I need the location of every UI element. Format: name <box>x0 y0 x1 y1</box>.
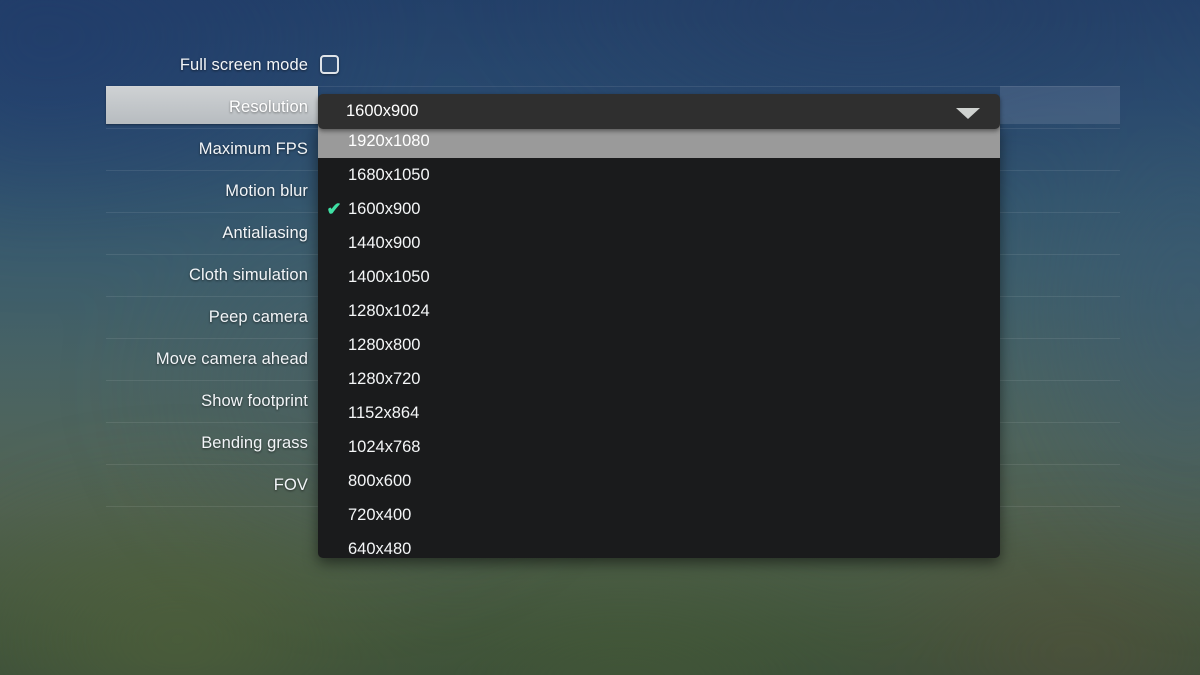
resolution-option-label: 1600x900 <box>348 200 421 218</box>
resolution-option-label: 1280x800 <box>348 336 421 354</box>
resolution-option-label: 1400x1050 <box>348 268 430 286</box>
settings-row-label: Motion blur <box>225 182 308 200</box>
full-screen-mode-checkbox[interactable] <box>320 55 339 74</box>
settings-row-label: Cloth simulation <box>189 266 308 284</box>
resolution-option-label: 720x400 <box>348 506 412 524</box>
resolution-option[interactable]: ✔1400x1050 <box>318 260 1000 294</box>
resolution-option-label: 1280x720 <box>348 370 421 388</box>
resolution-option-label: 1680x1050 <box>348 166 430 184</box>
settings-row-label: Maximum FPS <box>198 140 308 158</box>
resolution-option-label: 1280x1024 <box>348 302 430 320</box>
resolution-option[interactable]: ✔1152x864 <box>318 396 1000 430</box>
resolution-option-label: 640x480 <box>348 540 412 558</box>
resolution-option[interactable]: ✔640x480 <box>318 532 1000 558</box>
resolution-option[interactable]: ✔1440x900 <box>318 226 1000 260</box>
row-separator <box>106 86 1120 87</box>
resolution-option-label: 800x600 <box>348 472 412 490</box>
resolution-option[interactable]: ✔1280x720 <box>318 362 1000 396</box>
resolution-option-label: 1024x768 <box>348 438 421 456</box>
resolution-option[interactable]: ✔1280x1024 <box>318 294 1000 328</box>
settings-row-label: Move camera ahead <box>155 350 308 368</box>
resolution-option-label: 1920x1080 <box>348 132 430 150</box>
settings-screen: Full screen mode Resolution Maximum FPS Mot… <box>0 0 1200 675</box>
settings-row-label: Antialiasing <box>222 224 308 242</box>
resolution-option[interactable]: ✔ 1600x900 <box>318 192 1000 226</box>
resolution-option[interactable]: ✔800x600 <box>318 464 1000 498</box>
settings-row-label: Peep camera <box>208 308 308 326</box>
resolution-selected-value: 1600x900 <box>346 102 419 120</box>
settings-row-full-screen-mode[interactable]: Full screen mode <box>106 44 1120 86</box>
resolution-option[interactable]: ✔1920x1080 <box>318 124 1000 158</box>
resolution-option[interactable]: ✔1280x800 <box>318 328 1000 362</box>
settings-row-label: Bending grass <box>201 434 308 452</box>
resolution-option-label: 1440x900 <box>348 234 421 252</box>
chevron-down-icon[interactable] <box>956 108 980 119</box>
settings-row-label: Full screen mode <box>179 56 308 74</box>
settings-row-label: Resolution <box>229 98 308 116</box>
settings-row-label: Show footprint <box>201 392 308 410</box>
selected-row-highlight-extension <box>1000 86 1120 124</box>
settings-row-label: FOV <box>273 476 308 494</box>
resolution-option-label: 1152x864 <box>348 404 420 422</box>
resolution-combobox[interactable]: 1600x900 <box>318 94 1000 129</box>
resolution-option[interactable]: ✔720x400 <box>318 498 1000 532</box>
resolution-option[interactable]: ✔1024x768 <box>318 430 1000 464</box>
resolution-option-list[interactable]: ✔1920x1080✔1680x1050✔1600x900✔1440x900✔1… <box>318 124 1000 558</box>
resolution-option[interactable]: ✔1680x1050 <box>318 158 1000 192</box>
check-icon: ✔ <box>326 199 342 219</box>
